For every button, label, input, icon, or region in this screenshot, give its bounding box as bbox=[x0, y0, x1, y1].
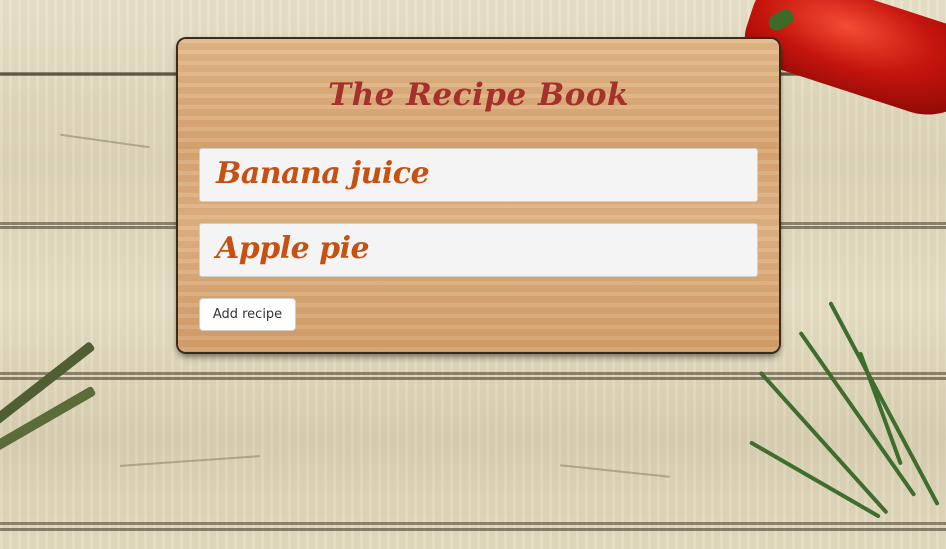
recipe-item-name: Apple pie bbox=[216, 231, 370, 266]
rosemary-leaf bbox=[828, 301, 940, 507]
wood-crack bbox=[560, 464, 670, 478]
page-title: The Recipe Book bbox=[328, 77, 629, 113]
asparagus-image bbox=[0, 310, 110, 470]
recipe-item-name: Banana juice bbox=[216, 156, 430, 191]
asparagus-spear bbox=[0, 385, 97, 455]
wood-crack bbox=[60, 133, 150, 149]
rosemary-leaf bbox=[758, 370, 889, 515]
recipe-item[interactable]: Banana juice bbox=[199, 148, 758, 202]
wood-crack bbox=[120, 455, 260, 467]
rosemary-leaf bbox=[749, 440, 881, 519]
add-recipe-button[interactable]: Add recipe bbox=[199, 298, 296, 331]
recipe-book-panel: The Recipe Book Banana juice Apple pie A… bbox=[178, 39, 779, 352]
recipe-item[interactable]: Apple pie bbox=[199, 223, 758, 277]
